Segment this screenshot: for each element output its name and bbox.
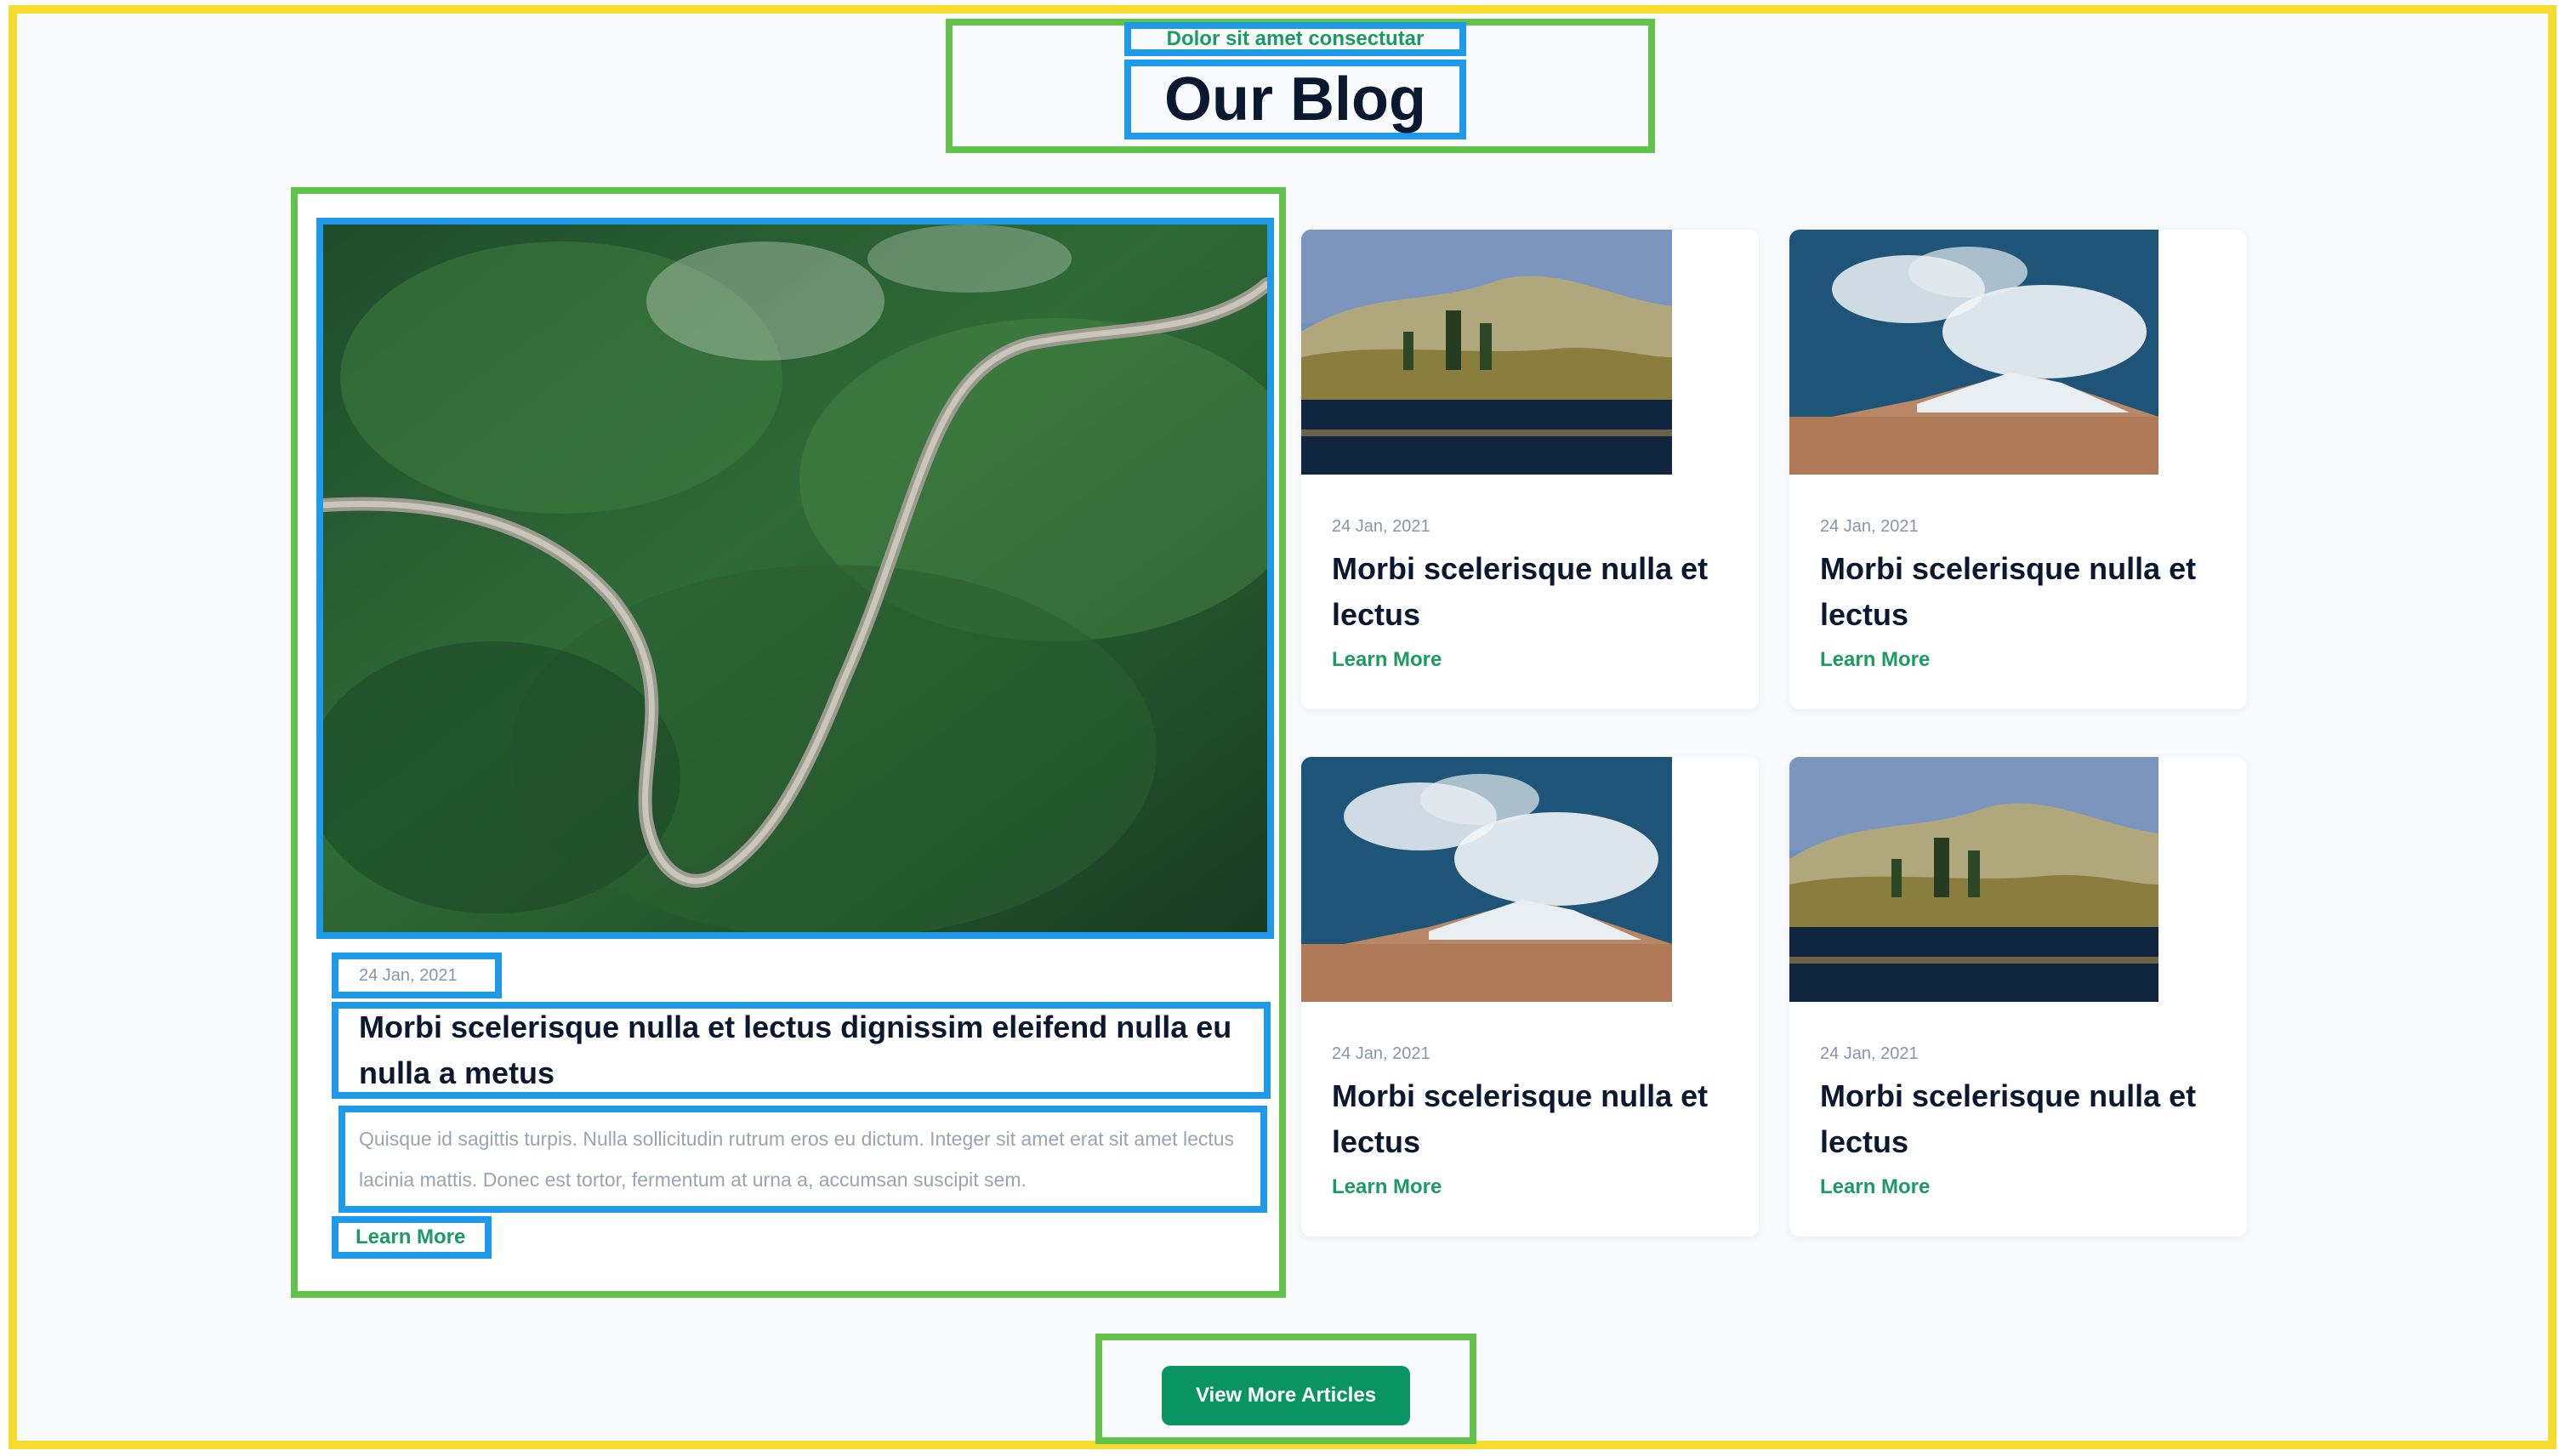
- blog-card[interactable]: 24 Jan, 2021 Morbi scelerisque nulla et …: [1301, 757, 1759, 1237]
- post-thumbnail[interactable]: [1789, 757, 2158, 1002]
- featured-post-excerpt: Quisque id sagittis turpis. Nulla sollic…: [338, 1106, 1267, 1213]
- post-title[interactable]: Morbi scelerisque nulla et lectus: [1332, 1073, 1732, 1165]
- featured-post-date: 24 Jan, 2021: [332, 953, 502, 998]
- lake-landscape-icon: [1301, 230, 1672, 475]
- post-thumbnail[interactable]: [1301, 757, 1672, 1002]
- featured-learn-more-link[interactable]: Learn More: [332, 1216, 492, 1259]
- mountain-landscape-icon: [1789, 230, 2158, 475]
- learn-more-link[interactable]: Learn More: [1332, 1175, 1442, 1199]
- post-date: 24 Jan, 2021: [1332, 1044, 1430, 1063]
- featured-post-image[interactable]: [316, 218, 1274, 939]
- blog-card[interactable]: 24 Jan, 2021 Morbi scelerisque nulla et …: [1789, 230, 2247, 709]
- post-title[interactable]: Morbi scelerisque nulla et lectus: [1820, 1073, 2220, 1165]
- post-date: 24 Jan, 2021: [1332, 517, 1430, 536]
- blog-card[interactable]: 24 Jan, 2021 Morbi scelerisque nulla et …: [1301, 230, 1759, 709]
- landscape-image-icon: [323, 225, 1267, 932]
- learn-more-link[interactable]: Learn More: [1332, 648, 1442, 672]
- post-thumbnail[interactable]: [1301, 230, 1672, 475]
- post-date: 24 Jan, 2021: [1820, 517, 1919, 536]
- blog-eyebrow-text: Dolor sit amet consectutar: [1124, 22, 1466, 56]
- featured-post-title[interactable]: Morbi scelerisque nulla et lectus dignis…: [332, 1002, 1271, 1099]
- mountain-landscape-icon: [1301, 757, 1672, 1002]
- post-title[interactable]: Morbi scelerisque nulla et lectus: [1332, 546, 1732, 638]
- view-more-articles-button[interactable]: View More Articles: [1162, 1366, 1410, 1425]
- post-date: 24 Jan, 2021: [1820, 1044, 1919, 1063]
- learn-more-link[interactable]: Learn More: [1820, 1175, 1930, 1199]
- blog-card[interactable]: 24 Jan, 2021 Morbi scelerisque nulla et …: [1789, 757, 2247, 1237]
- lake-landscape-icon: [1789, 757, 2158, 1002]
- page-title: Our Blog: [1124, 60, 1466, 139]
- post-title[interactable]: Morbi scelerisque nulla et lectus: [1820, 546, 2220, 638]
- learn-more-link[interactable]: Learn More: [1820, 648, 1930, 672]
- post-thumbnail[interactable]: [1789, 230, 2158, 475]
